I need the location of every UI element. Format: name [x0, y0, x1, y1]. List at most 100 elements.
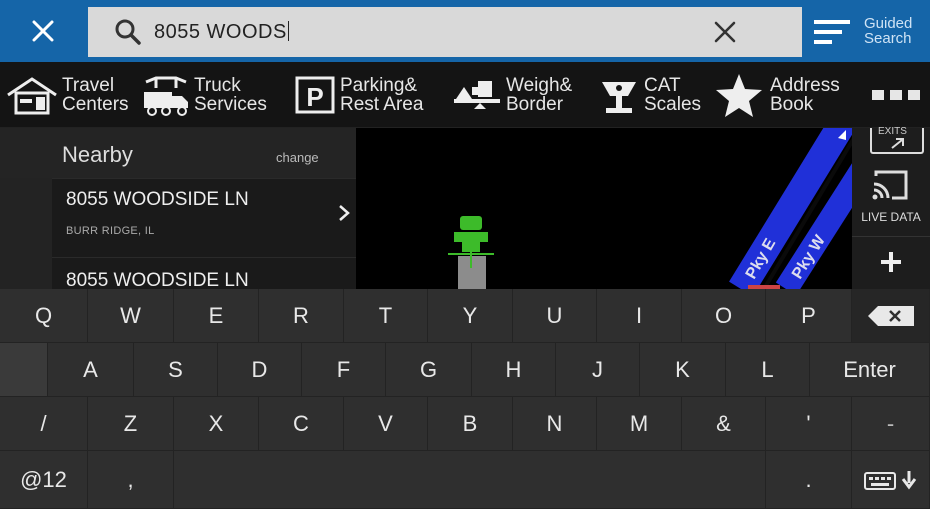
key-x[interactable]: X [174, 397, 259, 451]
key-o[interactable]: O [682, 289, 766, 343]
key-d[interactable]: D [218, 343, 302, 397]
clear-icon [714, 21, 736, 43]
key-s[interactable]: S [134, 343, 218, 397]
zoom-in-button[interactable] [852, 236, 930, 286]
key-period[interactable]: . [766, 451, 852, 509]
category-label: Truck Services [194, 75, 267, 115]
star-icon [716, 74, 762, 117]
search-toolbar: 8055 WOODS Guided Search [0, 0, 930, 62]
key-c[interactable]: C [259, 397, 344, 451]
more-dot-icon [890, 90, 902, 100]
exit-arrow-icon [891, 138, 904, 149]
guided-search-label: Guided Search [864, 15, 913, 47]
key-slash[interactable]: / [0, 397, 88, 451]
results-side-column [0, 178, 52, 289]
key-apostrophe[interactable]: ' [766, 397, 852, 451]
category-weigh-border[interactable]: Weigh& Border [452, 62, 572, 128]
keyboard-row-4: @12 , . [0, 451, 930, 509]
keyboard-row-3: / Z X C V B N M & ' - [0, 397, 930, 451]
key-z[interactable]: Z [88, 397, 174, 451]
exits-button[interactable]: EXITS [870, 126, 924, 154]
keyboard-row-1: Q W E R T Y U I O P [0, 289, 930, 343]
enter-key[interactable]: Enter [810, 343, 930, 397]
key-l[interactable]: L [726, 343, 810, 397]
chevron-right-icon [339, 205, 350, 221]
parking-icon: P [295, 76, 335, 114]
map-view[interactable]: Pky E Pky W [356, 128, 852, 289]
guided-search-button[interactable]: Guided Search [806, 0, 930, 62]
truck-service-icon [144, 76, 188, 116]
live-data-button[interactable]: LIVE DATA [852, 164, 930, 226]
key-q[interactable]: Q [0, 289, 88, 343]
key-h[interactable]: H [472, 343, 556, 397]
category-bar: Travel Centers Truck Services P Parking&… [0, 62, 930, 128]
guided-search-icon [814, 20, 850, 44]
travel-center-icon [7, 77, 57, 115]
nearby-header: Nearby change [0, 128, 356, 178]
change-location-link[interactable]: change [276, 150, 319, 165]
on-screen-keyboard: Q W E R T Y U I O P A S D F G H J K L En… [0, 289, 930, 509]
key-i[interactable]: I [597, 289, 682, 343]
search-input[interactable]: 8055 WOODS [88, 7, 802, 57]
category-cat-scales[interactable]: CAT Scales [598, 62, 701, 128]
clear-search-button[interactable] [708, 15, 742, 49]
key-a[interactable]: A [48, 343, 134, 397]
map-canvas: Pky E Pky W [448, 128, 852, 289]
map-controls-rail: EXITS LIVE DATA [852, 126, 930, 289]
key-w[interactable]: W [88, 289, 174, 343]
key-g[interactable]: G [386, 343, 472, 397]
result-item[interactable]: 8055 WOODSIDE LN [52, 257, 356, 291]
key-f[interactable]: F [302, 343, 386, 397]
category-truck-services[interactable]: Truck Services [142, 62, 267, 128]
space-key[interactable] [174, 451, 766, 509]
key-hyphen[interactable]: - [852, 397, 930, 451]
weigh-station-icon [454, 81, 500, 109]
plus-icon [881, 251, 901, 272]
key-t[interactable]: T [344, 289, 428, 343]
result-title: 8055 WOODSIDE LN [66, 189, 249, 210]
hide-keyboard-button[interactable] [852, 451, 930, 509]
more-dot-icon [908, 90, 920, 100]
key-y[interactable]: Y [428, 289, 513, 343]
key-n[interactable]: N [513, 397, 597, 451]
key-u[interactable]: U [513, 289, 597, 343]
live-data-label: LIVE DATA [861, 210, 921, 224]
result-subtitle: BURR RIDGE, IL [66, 225, 155, 237]
key-v[interactable]: V [344, 397, 428, 451]
key-j[interactable]: J [556, 343, 640, 397]
nearby-title: Nearby [62, 142, 133, 167]
category-travel-centers[interactable]: Travel Centers [6, 62, 129, 128]
key-k[interactable]: K [640, 343, 726, 397]
key-ampersand[interactable]: & [682, 397, 766, 451]
cat-scale-icon [602, 82, 636, 113]
category-parking-rest-area[interactable]: P Parking& Rest Area [294, 62, 423, 128]
svg-text:P: P [306, 82, 323, 112]
close-icon [32, 20, 54, 42]
backspace-icon [867, 305, 914, 326]
key-r[interactable]: R [259, 289, 344, 343]
keyboard-hide-icon [863, 470, 916, 490]
key-comma[interactable]: , [88, 451, 174, 509]
search-query-text: 8055 WOODS [154, 21, 287, 43]
close-button[interactable] [0, 0, 86, 62]
category-label: Address Book [770, 75, 840, 115]
nearby-results-panel: Nearby change 8055 WOODSIDE LN BURR RIDG… [0, 128, 356, 291]
category-label: Travel Centers [62, 75, 129, 115]
key-e[interactable]: E [174, 289, 259, 343]
key-b[interactable]: B [428, 397, 513, 451]
more-categories-button[interactable] [872, 85, 922, 105]
search-icon [115, 19, 141, 45]
key-p[interactable]: P [766, 289, 852, 343]
backspace-key[interactable] [852, 289, 930, 343]
category-address-book[interactable]: Address Book [714, 62, 840, 128]
more-dot-icon [872, 90, 884, 100]
keyboard-row-2: A S D F G H J K L Enter [0, 343, 930, 397]
result-item[interactable]: 8055 WOODSIDE LN BURR RIDGE, IL [52, 178, 356, 257]
app-window: 8055 WOODS Guided Search Travel Centers … [0, 0, 930, 509]
category-label: CAT Scales [644, 75, 702, 115]
symbols-key[interactable]: @12 [0, 451, 88, 509]
category-label: Weigh& Border [506, 75, 573, 115]
key-m[interactable]: M [597, 397, 682, 451]
shift-spacer [0, 343, 48, 397]
category-label: Parking& Rest Area [340, 75, 424, 115]
